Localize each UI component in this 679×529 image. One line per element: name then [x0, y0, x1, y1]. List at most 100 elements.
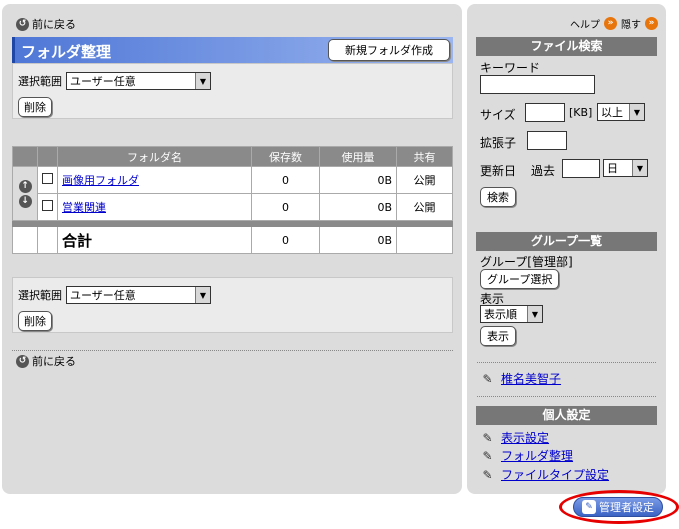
- folder-section-title-bar: フォルダ整理 新規フォルダ作成: [12, 37, 453, 63]
- table-row: ↑ ↓ 画像用フォルダ 0 0B 公開: [12, 166, 453, 221]
- chevron-down-icon: ▼: [527, 306, 542, 322]
- range-select[interactable]: ユーザー任意 ▼: [66, 286, 211, 304]
- folder-table: フォルダ名 保存数 使用量 共有 ↑ ↓ 画像用フォルダ 0 0B 公開 営業関…: [12, 146, 453, 254]
- pencil-icon: ✎: [482, 371, 493, 386]
- page-title: フォルダ整理: [21, 43, 112, 61]
- header-count: 保存数: [251, 146, 320, 167]
- updated-label: 更新日: [480, 164, 517, 178]
- folder-link[interactable]: 営業関連: [62, 201, 106, 214]
- size-compare-select[interactable]: 以上 ▼: [597, 103, 645, 121]
- user-link[interactable]: 椎名美智子: [501, 370, 561, 387]
- table-row: 営業関連 0 0B 公開: [13, 193, 453, 221]
- size-label: サイズ: [480, 108, 516, 122]
- total-count-cell: 0: [251, 226, 320, 254]
- arrow-up-icon[interactable]: ↑: [18, 179, 32, 193]
- new-folder-button[interactable]: 新規フォルダ作成: [328, 39, 450, 61]
- display-order-select[interactable]: 表示順 ▼: [480, 305, 543, 323]
- share-cell: 公開: [396, 193, 453, 221]
- hide-link[interactable]: 隠す: [621, 16, 641, 31]
- side-panel: ヘルプ » 隠す » ファイル検索 キーワード サイズ [KB] 以上 ▼ 拡張…: [467, 4, 666, 494]
- row-check-cell: [37, 166, 58, 194]
- admin-settings-button[interactable]: ✎ 管理者設定: [573, 497, 663, 517]
- total-usage-cell: 0B: [319, 226, 397, 254]
- display-order-value: 表示順: [484, 308, 517, 321]
- chevron-down-icon: ▼: [629, 104, 644, 120]
- keyword-input[interactable]: [480, 75, 595, 94]
- group-list-header: グループ一覧: [476, 232, 657, 251]
- range-selector-top: 選択範囲 ユーザー任意 ▼ 削除: [12, 63, 453, 119]
- header-usage: 使用量: [319, 146, 397, 167]
- personal-settings-header: 個人設定: [476, 406, 657, 425]
- back-label: 前に戻る: [32, 18, 76, 31]
- delete-button-bottom[interactable]: 削除: [18, 311, 52, 331]
- chevron-down-icon: ▼: [195, 287, 210, 303]
- arrow-down-icon[interactable]: ↓: [18, 194, 32, 208]
- updated-unit-value: 日: [607, 162, 618, 175]
- delete-button-top[interactable]: 削除: [18, 97, 52, 117]
- range-select-value: ユーザー任意: [70, 289, 136, 302]
- total-label: 合計: [62, 231, 93, 250]
- settings-link-row: ✎ フォルダ整理: [481, 447, 573, 464]
- back-link-bottom[interactable]: ↺ 前に戻る: [16, 353, 76, 369]
- pencil-icon: ✎: [482, 448, 493, 463]
- usage-cell: 0B: [319, 166, 397, 194]
- table-header-row: フォルダ名 保存数 使用量 共有: [12, 146, 453, 167]
- divider: [12, 350, 453, 351]
- help-link[interactable]: ヘルプ: [570, 16, 600, 31]
- search-button[interactable]: 検索: [480, 187, 516, 207]
- file-search-header: ファイル検索: [476, 37, 657, 56]
- help-arrow-icon[interactable]: »: [604, 17, 617, 30]
- user-link-row: ✎ 椎名美智子: [481, 370, 561, 387]
- usage-cell: 0B: [319, 193, 397, 221]
- group-label: グループ[管理部]: [480, 255, 573, 269]
- row-check-cell: [37, 193, 58, 221]
- count-cell: 0: [251, 166, 320, 194]
- chevron-down-icon: ▼: [632, 160, 647, 176]
- row-checkbox[interactable]: [42, 173, 53, 184]
- group-select-button[interactable]: グループ選択: [480, 269, 560, 289]
- updated-days-input[interactable]: [562, 159, 600, 178]
- folder-name-cell: 営業関連: [57, 193, 252, 221]
- share-cell: 公開: [396, 166, 453, 194]
- past-label: 過去: [531, 164, 556, 178]
- admin-settings-label: 管理者設定: [599, 501, 654, 514]
- header-share: 共有: [396, 146, 453, 167]
- range-select[interactable]: ユーザー任意 ▼: [66, 72, 211, 90]
- range-selector-bottom: 選択範囲 ユーザー任意 ▼ 削除: [12, 277, 453, 333]
- header-folder-name: フォルダ名: [57, 146, 252, 167]
- chevron-down-icon: ▼: [195, 73, 210, 89]
- extension-input[interactable]: [527, 131, 567, 150]
- size-unit-label: [KB]: [569, 106, 593, 119]
- folder-management-panel: ↺ 前に戻る フォルダ整理 新規フォルダ作成 選択範囲 ユーザー任意 ▼ 削除 …: [2, 4, 462, 494]
- settings-link-row: ✎ ファイルタイプ設定: [481, 466, 609, 483]
- range-label: 選択範囲: [18, 289, 62, 302]
- header-check-cell: [37, 146, 58, 167]
- range-select-value: ユーザー任意: [70, 75, 136, 88]
- folder-link[interactable]: 画像用フォルダ: [62, 174, 139, 187]
- extension-label: 拡張子: [480, 136, 517, 150]
- total-label-cell: 合計: [57, 226, 252, 254]
- file-type-settings-link[interactable]: ファイルタイプ設定: [501, 466, 609, 483]
- sort-controls: ↑ ↓: [12, 166, 38, 221]
- folder-name-cell: 画像用フォルダ: [57, 166, 252, 194]
- back-link-top[interactable]: ↺ 前に戻る: [16, 16, 76, 32]
- pencil-icon: ✎: [482, 430, 493, 445]
- settings-link-row: ✎ 表示設定: [481, 429, 549, 446]
- divider: [477, 396, 656, 397]
- back-label: 前に戻る: [32, 355, 76, 368]
- size-input[interactable]: [525, 103, 565, 122]
- updated-unit-select[interactable]: 日 ▼: [603, 159, 648, 177]
- display-button[interactable]: 表示: [480, 326, 516, 346]
- row-checkbox[interactable]: [42, 200, 53, 211]
- admin-settings-icon: ✎: [582, 500, 596, 514]
- side-top-links: ヘルプ » 隠す »: [570, 16, 658, 31]
- folder-organize-link[interactable]: フォルダ整理: [501, 447, 573, 464]
- pencil-icon: ✎: [482, 467, 493, 482]
- count-cell: 0: [251, 193, 320, 221]
- header-sort-cell: [12, 146, 38, 167]
- hide-arrow-icon[interactable]: »: [645, 17, 658, 30]
- display-settings-link[interactable]: 表示設定: [501, 429, 549, 446]
- table-total-row: 合計 0 0B: [12, 226, 453, 254]
- size-compare-value: 以上: [601, 106, 623, 119]
- range-label: 選択範囲: [18, 75, 62, 88]
